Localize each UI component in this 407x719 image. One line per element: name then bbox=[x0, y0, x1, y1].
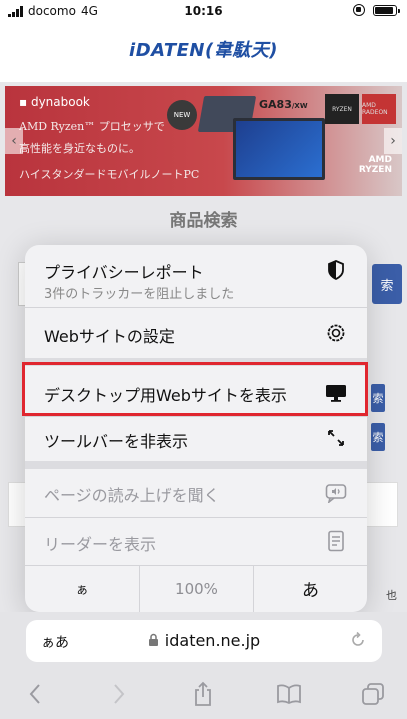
amd-logo-text: AMD bbox=[368, 155, 392, 165]
zoom-level[interactable]: 100% bbox=[140, 565, 253, 612]
menu-item-show-reader[interactable]: リーダーを表示 bbox=[25, 518, 367, 565]
battery-fill bbox=[375, 6, 393, 14]
banner-model: GA83/XW bbox=[259, 98, 308, 111]
banner-model-suffix: /XW bbox=[291, 102, 308, 110]
shield-icon bbox=[325, 259, 347, 281]
highlight-box bbox=[22, 362, 368, 416]
hide-toolbar-label: ツールバーを非表示 bbox=[44, 432, 189, 451]
privacy-report-label: プライバシーレポート bbox=[44, 263, 204, 282]
menu-item-hide-toolbar[interactable]: ツールバーを非表示 bbox=[25, 417, 367, 461]
book-icon[interactable] bbox=[274, 680, 304, 708]
tabs-icon[interactable] bbox=[358, 680, 388, 708]
site-logo[interactable]: iDATEN(韋駄天) bbox=[0, 36, 407, 62]
amd-logo-sub: RYZEN bbox=[358, 164, 392, 175]
address-bar[interactable]: ぁあ idaten.ne.jp bbox=[26, 620, 382, 662]
text-smaller-button[interactable]: ぁ bbox=[25, 565, 139, 612]
document-icon bbox=[325, 530, 347, 552]
menu-item-privacy-report[interactable]: プライバシーレポート 3件のトラッカーを阻止しました bbox=[25, 245, 367, 307]
gear-icon bbox=[325, 322, 347, 344]
search-button[interactable]: 索 bbox=[372, 264, 402, 304]
section-title: 商品検索 bbox=[169, 211, 238, 231]
amd-logo: AMD RYZEN bbox=[358, 155, 392, 176]
status-time: 10:16 bbox=[184, 4, 223, 18]
show-reader-label: リーダーを表示 bbox=[44, 535, 157, 554]
bottom-toolbar bbox=[0, 668, 407, 719]
battery-icon bbox=[373, 4, 400, 16]
laptop-image bbox=[233, 118, 325, 180]
menu-item-website-settings[interactable]: Webサイトの設定 bbox=[25, 308, 367, 358]
banner-model-text: GA83 bbox=[259, 98, 292, 111]
ryzen-chip-logo: RYZEN bbox=[325, 94, 359, 124]
banner-line-1: AMD Ryzen™ プロセッサで bbox=[19, 120, 165, 133]
text-size-row: ぁ 100% あ bbox=[25, 565, 367, 612]
radeon-chip-logo: AMD RADEON bbox=[362, 94, 396, 124]
menu-section-separator bbox=[25, 461, 367, 469]
privacy-report-subtitle: 3件のトラッカーを阻止しました bbox=[44, 287, 235, 302]
url-text: idaten.ne.jp bbox=[164, 631, 261, 650]
share-icon[interactable] bbox=[188, 680, 218, 708]
page-menu-popup: プライバシーレポート 3件のトラッカーを阻止しました Webサイトの設定 デスク… bbox=[25, 245, 367, 612]
menu-item-listen-page[interactable]: ページの読み上げを聞く bbox=[25, 469, 367, 517]
listen-page-label: ページの読み上げを聞く bbox=[44, 486, 220, 505]
side-search-button-1[interactable]: 索 bbox=[371, 384, 385, 412]
banner-brand: ▪ dynabook bbox=[19, 95, 90, 109]
banner-brand-text: dynabook bbox=[30, 95, 90, 109]
side-search-button-2[interactable]: 索 bbox=[371, 423, 385, 451]
site-header: iDATEN(韋駄天) bbox=[0, 24, 407, 82]
side-text: 也 bbox=[386, 589, 397, 602]
speech-bubble-icon bbox=[325, 482, 347, 504]
chevron-right-icon[interactable] bbox=[104, 680, 134, 708]
website-settings-label: Webサイトの設定 bbox=[44, 327, 175, 346]
status-bar: docomo 4G 10:16 bbox=[0, 0, 407, 24]
lock-icon bbox=[148, 631, 165, 650]
banner-next-icon[interactable]: › bbox=[384, 128, 402, 154]
rotation-lock-icon bbox=[353, 4, 365, 16]
banner-line-2: 高性能を身近なものに。 bbox=[19, 142, 140, 155]
status-right bbox=[353, 4, 400, 16]
chevron-left-icon[interactable] bbox=[20, 680, 50, 708]
new-badge: NEW bbox=[167, 100, 197, 130]
address-bar-area: ぁあ idaten.ne.jp bbox=[0, 612, 407, 668]
expand-arrows-icon bbox=[325, 427, 347, 449]
text-larger-button[interactable]: あ bbox=[254, 565, 367, 612]
url-display[interactable]: idaten.ne.jp bbox=[26, 631, 382, 650]
banner-line-3: ハイスタンダードモバイルノートPC bbox=[19, 168, 200, 181]
banner-prev-icon[interactable]: ‹ bbox=[5, 128, 23, 154]
promo-banner[interactable]: ▪ dynabook NEW GA83/XW RYZEN AMD RADEON … bbox=[5, 86, 402, 196]
chip-logos: RYZEN AMD RADEON bbox=[325, 94, 396, 124]
reload-icon[interactable] bbox=[348, 630, 368, 650]
